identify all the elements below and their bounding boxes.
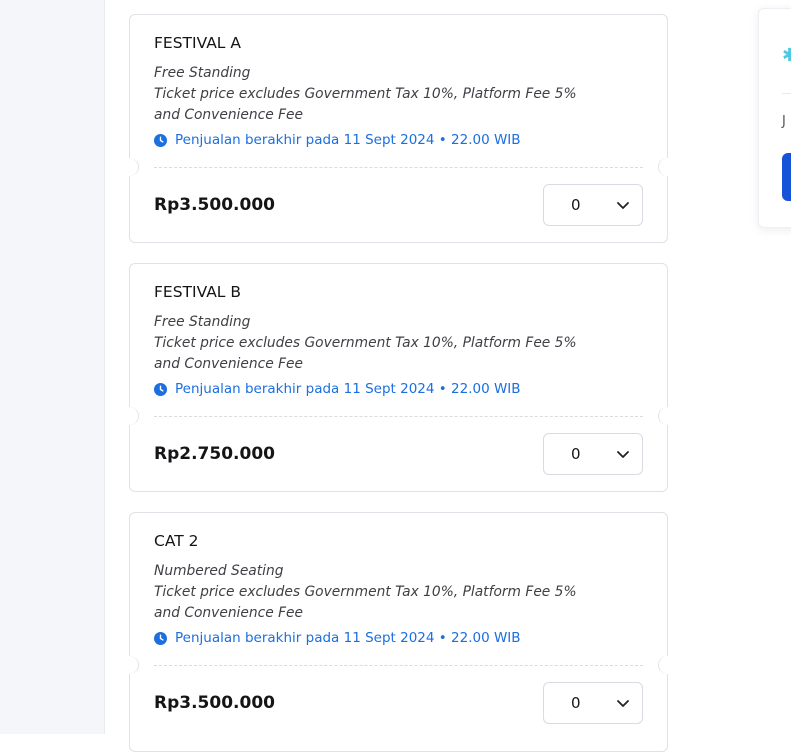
quantity-value: 0: [571, 195, 581, 214]
ticket-price: Rp3.500.000: [154, 692, 275, 713]
summary-divider: [782, 93, 791, 94]
chevron-down-icon: [617, 201, 629, 209]
ticket-name: CAT 2: [154, 532, 199, 550]
quantity-select[interactable]: 0: [543, 681, 643, 724]
clock-icon: [154, 133, 167, 147]
ticket-details: FESTIVAL A Free Standing Ticket price ex…: [130, 15, 667, 167]
seating-type: Free Standing: [154, 314, 251, 330]
ticket-card-cat-2: CAT 2 Numbered Seating Ticket price excl…: [120, 512, 677, 752]
clock-icon: [154, 382, 167, 396]
sale-end-text: Penjualan berakhir pada 11 Sept 2024 • 2…: [175, 132, 521, 148]
quantity-select[interactable]: 0: [543, 432, 643, 475]
quantity-value: 0: [571, 444, 581, 463]
summary-partial-text: J: [782, 114, 786, 129]
ticket-card-festival-a: FESTIVAL A Free Standing Ticket price ex…: [120, 14, 677, 243]
checkout-button[interactable]: [782, 153, 791, 201]
ticket-star-icon: ✱: [782, 45, 791, 66]
price-note: Ticket price excludes Government Tax 10%…: [154, 86, 577, 123]
ticket-purchase-row: Rp2.750.000 0: [130, 416, 667, 491]
price-note: Ticket price excludes Government Tax 10%…: [154, 335, 577, 372]
chevron-down-icon: [617, 450, 629, 458]
quantity-select[interactable]: 0: [543, 183, 643, 226]
sale-end-info: Penjualan berakhir pada 11 Sept 2024 • 2…: [154, 379, 643, 399]
ticket-purchase-row: Rp3.500.000 0: [130, 665, 667, 740]
ticket-price: Rp2.750.000: [154, 443, 275, 464]
ticket-name: FESTIVAL B: [154, 283, 241, 301]
ticket-purchase-row: Rp3.500.000 0: [130, 167, 667, 242]
ticket-price: Rp3.500.000: [154, 194, 275, 215]
ticket-name: FESTIVAL A: [154, 34, 241, 52]
sale-end-text: Penjualan berakhir pada 11 Sept 2024 • 2…: [175, 630, 521, 646]
sale-end-info: Penjualan berakhir pada 11 Sept 2024 • 2…: [154, 628, 643, 648]
left-gutter: [0, 0, 105, 734]
clock-icon: [154, 631, 167, 645]
ticket-details: CAT 2 Numbered Seating Ticket price excl…: [130, 513, 667, 665]
order-summary-card: ✱ J: [758, 8, 791, 228]
seating-type: Free Standing: [154, 65, 251, 81]
ticket-card-festival-b: FESTIVAL B Free Standing Ticket price ex…: [120, 263, 677, 492]
price-note: Ticket price excludes Government Tax 10%…: [154, 584, 577, 621]
quantity-value: 0: [571, 693, 581, 712]
sale-end-info: Penjualan berakhir pada 11 Sept 2024 • 2…: [154, 130, 643, 150]
sale-end-text: Penjualan berakhir pada 11 Sept 2024 • 2…: [175, 381, 521, 397]
chevron-down-icon: [617, 699, 629, 707]
ticket-details: FESTIVAL B Free Standing Ticket price ex…: [130, 264, 667, 416]
seating-type: Numbered Seating: [154, 563, 284, 579]
